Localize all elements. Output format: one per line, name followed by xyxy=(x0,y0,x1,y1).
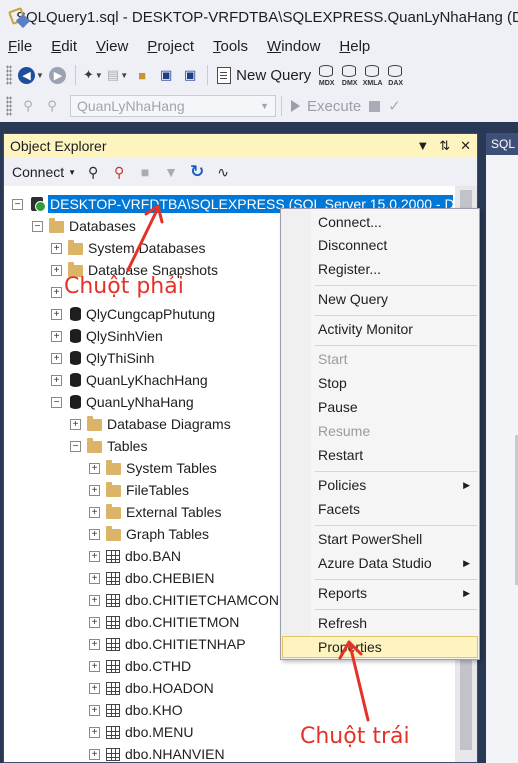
annotation-left-click: Chuột trái xyxy=(300,724,410,749)
annotation-arrows xyxy=(126,204,370,722)
right-click-arrow-shaft xyxy=(126,206,160,272)
left-click-arrow-shaft xyxy=(348,643,370,722)
annotation-right-click: Chuột phải xyxy=(64,274,184,299)
